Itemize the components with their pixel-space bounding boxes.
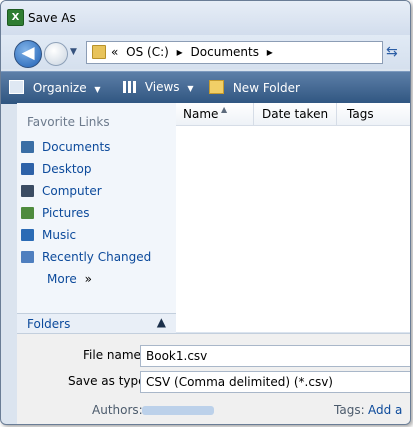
organize-dropdown-icon: ▼ [94,85,101,94]
new-folder-label: New Folder [232,81,300,95]
column-label: Name [183,107,219,121]
command-toolbar: Organize ▼ Views ▼ New Folder [1,71,410,104]
file-name-label: File name: [83,348,145,362]
save-as-type-label: Save as type: [68,374,150,388]
computer-icon [21,185,34,197]
more-chevron-icon: » [84,272,92,286]
favorite-computer[interactable]: Computer [21,180,151,202]
new-folder-icon [209,80,224,94]
authors-label: Authors: [92,403,143,417]
favorite-links-heading: Favorite Links [27,115,110,129]
history-dropdown-icon[interactable]: ▼ [70,47,77,57]
chevron-up-icon: ▲ [156,315,166,329]
favorite-documents[interactable]: Documents [21,136,151,158]
forward-button[interactable] [44,42,68,66]
back-button[interactable]: ◀ [14,40,42,68]
organize-icon [9,80,24,94]
file-name-input[interactable]: Book1.csv [140,345,410,367]
column-divider[interactable] [336,103,337,125]
save-as-type-select[interactable]: CSV (Comma delimited) (*.csv) [140,371,410,393]
favorite-label: Pictures [42,206,90,220]
column-tags[interactable]: Tags [347,107,374,121]
favorite-pictures[interactable]: Pictures [21,202,151,224]
favorite-recently-changed[interactable]: Recently Changed [21,246,151,268]
address-bar[interactable]: « OS (C:) ▸ Documents ▸ [86,41,383,64]
tags-label: Tags: [334,403,365,417]
column-divider[interactable] [253,103,254,125]
authors-value-blurred [142,406,214,415]
folders-label: Folders [27,317,71,331]
column-name[interactable]: Name ▲ [183,105,227,121]
more-label: More [47,272,77,286]
window-title: Save As [28,11,76,25]
breadcrumb-separator-icon[interactable]: ▸ [267,45,273,59]
breadcrumb: « OS (C:) ▸ Documents ▸ [111,45,277,59]
sort-ascending-icon: ▲ [221,105,228,114]
save-form: File name: Book1.csv Save as type: CSV (… [17,333,410,424]
desktop-icon [21,163,34,175]
folders-toggle[interactable]: Folders ▲ [17,313,176,334]
save-as-type-value: CSV (Comma delimited) (*.csv) [146,375,333,389]
file-list[interactable]: Name ▲ Date taken Tags [176,103,410,332]
pictures-icon [21,207,34,219]
navigation-row: ◀ ▼ « OS (C:) ▸ Documents ▸ ⇆ [1,35,410,69]
column-date-taken[interactable]: Date taken [262,107,328,121]
more-favorites-link[interactable]: More » [21,268,151,290]
favorite-music[interactable]: Music [21,224,151,246]
favorite-links-list: Documents Desktop Computer Pictures Musi… [21,136,151,290]
breadcrumb-documents[interactable]: Documents [191,45,259,59]
file-name-value: Book1.csv [146,349,208,363]
save-as-dialog: X Save As ◀ ▼ « OS (C:) ▸ Documents ▸ ⇆ … [0,0,411,425]
tags-input[interactable]: Add a [368,403,402,417]
excel-app-icon: X [7,9,24,26]
authors-value[interactable] [142,403,214,417]
breadcrumb-overflow[interactable]: « [111,45,118,59]
recent-icon [21,251,34,263]
folder-icon [92,45,106,59]
documents-icon [21,141,34,153]
breadcrumb-drive[interactable]: OS (C:) [126,45,169,59]
favorite-label: Documents [42,140,111,154]
music-icon [21,229,34,241]
breadcrumb-separator-icon[interactable]: ▸ [177,45,183,59]
views-label: Views [144,80,180,94]
favorite-label: Computer [42,184,102,198]
organize-label: Organize [32,81,87,95]
title-bar[interactable]: X Save As [1,1,410,35]
views-dropdown-icon: ▼ [187,84,194,93]
favorite-label: Desktop [42,162,92,176]
views-icon [123,81,136,93]
column-header-row: Name ▲ Date taken Tags [176,103,410,126]
favorite-label: Music [42,228,77,242]
refresh-icon[interactable]: ⇆ [386,44,406,60]
views-button[interactable]: Views ▼ [123,80,194,94]
new-folder-button[interactable]: New Folder [209,80,300,95]
navigation-pane: Favorite Links Documents Desktop Compute… [17,103,177,332]
favorite-desktop[interactable]: Desktop [21,158,151,180]
favorite-label: Recently Changed [42,250,152,264]
organize-button[interactable]: Organize ▼ [9,80,101,95]
